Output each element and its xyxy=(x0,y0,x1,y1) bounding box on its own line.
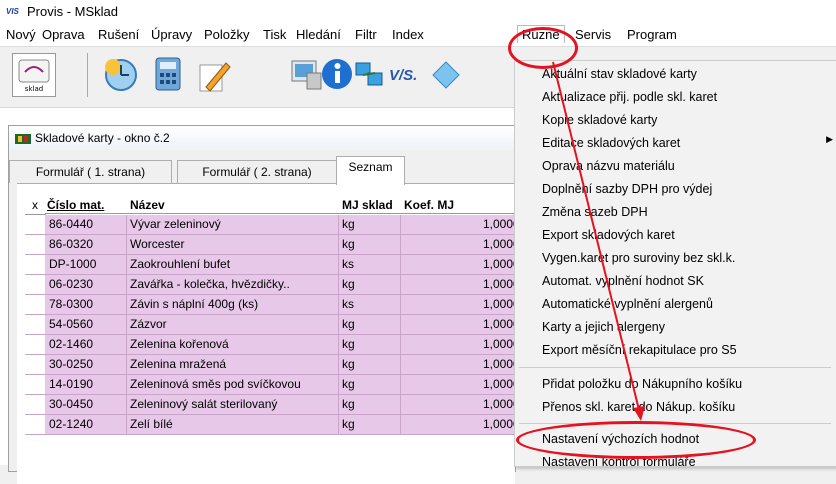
tab-seznam[interactable]: Seznam xyxy=(336,156,405,185)
annotation-arrow xyxy=(552,61,645,421)
